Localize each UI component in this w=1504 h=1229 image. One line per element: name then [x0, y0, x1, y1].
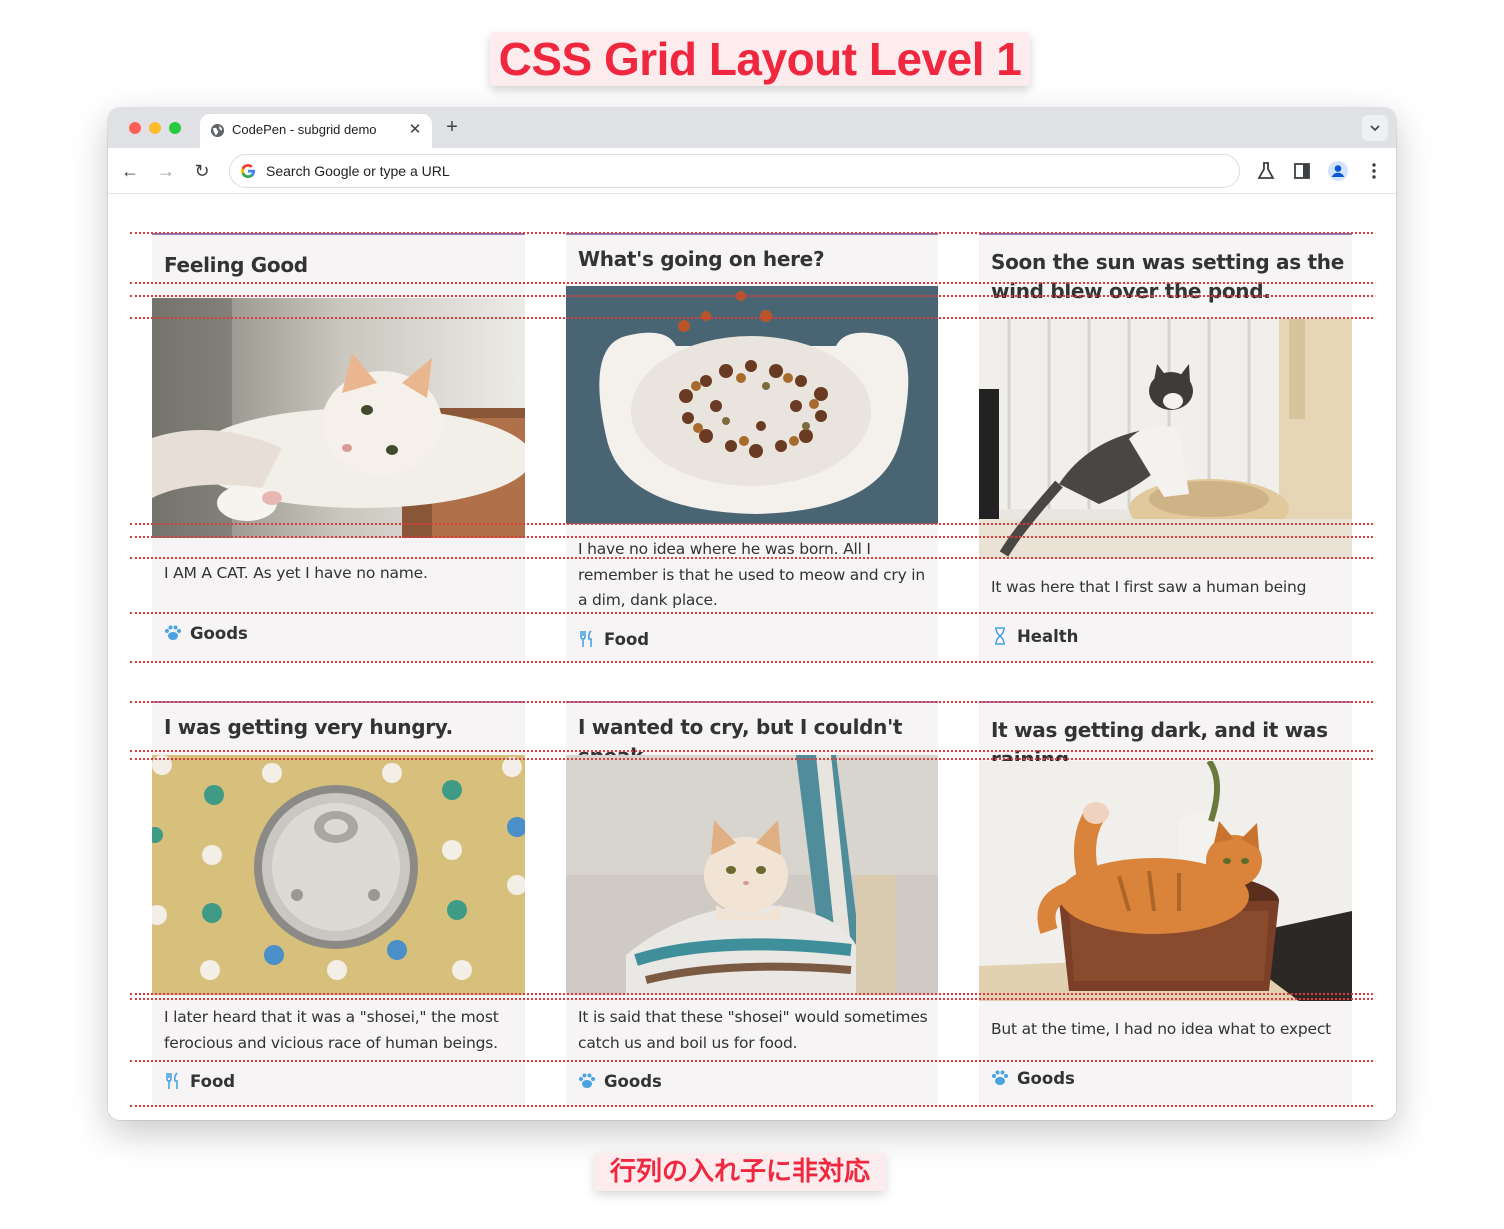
back-button[interactable]: ←: [119, 160, 141, 182]
more-menu-icon[interactable]: [1363, 160, 1385, 182]
browser-window: CodePen - subgrid demo ✕ + ← → ↻ Search …: [108, 108, 1396, 1120]
grid-line: [130, 993, 1373, 995]
card-body: It is said that these "shosei" would som…: [578, 1008, 928, 1052]
card-tag: Goods: [164, 623, 248, 645]
tab-title: CodePen - subgrid demo: [232, 122, 377, 137]
profile-avatar-icon[interactable]: [1327, 160, 1349, 182]
google-icon: [241, 164, 255, 178]
card-image-cat-in-bag: [566, 755, 938, 995]
tab-close-icon[interactable]: ✕: [406, 120, 424, 140]
fork-knife-icon: [580, 630, 592, 647]
fork-knife-icon: [166, 1072, 178, 1089]
grid-line: [130, 317, 1373, 319]
card-title: Soon the sun was setting as the wind ble…: [991, 250, 1344, 303]
grid-line: [130, 998, 1373, 1000]
card-tag-label: Goods: [1017, 1069, 1075, 1088]
card-body: It was here that I first saw a human bei…: [991, 578, 1307, 596]
forward-button[interactable]: →: [155, 160, 177, 182]
card-tag-label: Health: [1017, 627, 1079, 646]
card-tag-label: Goods: [604, 1072, 662, 1091]
address-bar[interactable]: Search Google or type a URL: [229, 154, 1240, 188]
card-title: What's going on here?: [578, 247, 825, 271]
card-body: I later heard that it was a "shosei," th…: [164, 1008, 499, 1052]
paw-icon: [992, 1070, 1008, 1085]
tab-codepen[interactable]: CodePen - subgrid demo ✕: [200, 114, 432, 148]
card-tag: Goods: [991, 1068, 1075, 1090]
grid-line: [130, 758, 1373, 760]
banner-caption: 行列の入れ子に非対応: [594, 1153, 886, 1191]
card-title: Feeling Good: [164, 253, 308, 277]
address-bar-placeholder: Search Google or type a URL: [266, 163, 450, 179]
card-tag-label: Food: [604, 630, 650, 649]
card-tag-label: Food: [190, 1072, 236, 1091]
card-image-cat-food-bowl: [566, 286, 938, 524]
card-image-cat-in-basket: [979, 761, 1352, 1001]
card-title: I was getting very hungry.: [164, 715, 453, 739]
grid-line: [130, 282, 1373, 284]
window-zoom-button[interactable]: [169, 122, 181, 134]
grid-line: [130, 612, 1373, 614]
card-tag: Goods: [578, 1071, 662, 1093]
tab-search-button[interactable]: [1362, 115, 1388, 141]
hourglass-icon: [995, 627, 1005, 645]
tab-strip: CodePen - subgrid demo ✕ +: [108, 108, 1396, 148]
labs-flask-icon[interactable]: [1255, 160, 1277, 182]
grid-line: [130, 1105, 1373, 1107]
card-tag: Health: [991, 626, 1078, 648]
new-tab-button[interactable]: +: [442, 116, 462, 138]
card-body: But at the time, I had no idea what to e…: [991, 1020, 1332, 1038]
card-body: I AM A CAT. As yet I have no name.: [164, 564, 428, 582]
grid-line: [130, 1060, 1373, 1062]
card-body: I have no idea where he was born. All I …: [578, 540, 925, 609]
side-panel-icon[interactable]: [1291, 160, 1313, 182]
grid-line: [130, 523, 1373, 525]
browser-toolbar: ← → ↻ Search Google or type a URL: [108, 148, 1396, 194]
grid-line: [130, 232, 1373, 234]
paw-icon: [165, 625, 181, 640]
chevron-down-icon: [1370, 125, 1380, 132]
card[interactable]: I was getting very hungry. I later heard: [152, 701, 525, 1106]
window-minimize-button[interactable]: [149, 122, 161, 134]
card[interactable]: Feeling Good I AM A CAT. As yet I have n…: [152, 233, 525, 661]
grid-line: [130, 536, 1373, 538]
reload-button[interactable]: ↻: [191, 160, 213, 182]
card-tag: Food: [164, 1071, 235, 1093]
grid-line: [130, 750, 1373, 752]
paw-icon: [579, 1073, 595, 1088]
page-content: Feeling Good I AM A CAT. As yet I have n…: [108, 195, 1396, 1120]
window-close-button[interactable]: [129, 122, 141, 134]
card-image-cat-on-box: [152, 298, 525, 538]
grid-line: [130, 557, 1373, 559]
grid-line: [130, 701, 1373, 703]
grid-line: [130, 661, 1373, 663]
card[interactable]: Soon the sun was setting as the wind ble…: [979, 233, 1352, 661]
banner-title: CSS Grid Layout Level 1: [490, 32, 1030, 86]
card-tag: Food: [578, 629, 649, 651]
card[interactable]: What's going on here? I have no idea whe…: [566, 233, 938, 661]
globe-icon: [210, 123, 225, 138]
card-image-can-on-polka-dots: [152, 755, 525, 995]
card[interactable]: It was getting dark, and it was raining: [979, 701, 1352, 1106]
grid-line: [130, 295, 1373, 297]
card-tag-label: Goods: [190, 624, 248, 643]
card[interactable]: I wanted to cry, but I couldn't speak: [566, 701, 938, 1106]
